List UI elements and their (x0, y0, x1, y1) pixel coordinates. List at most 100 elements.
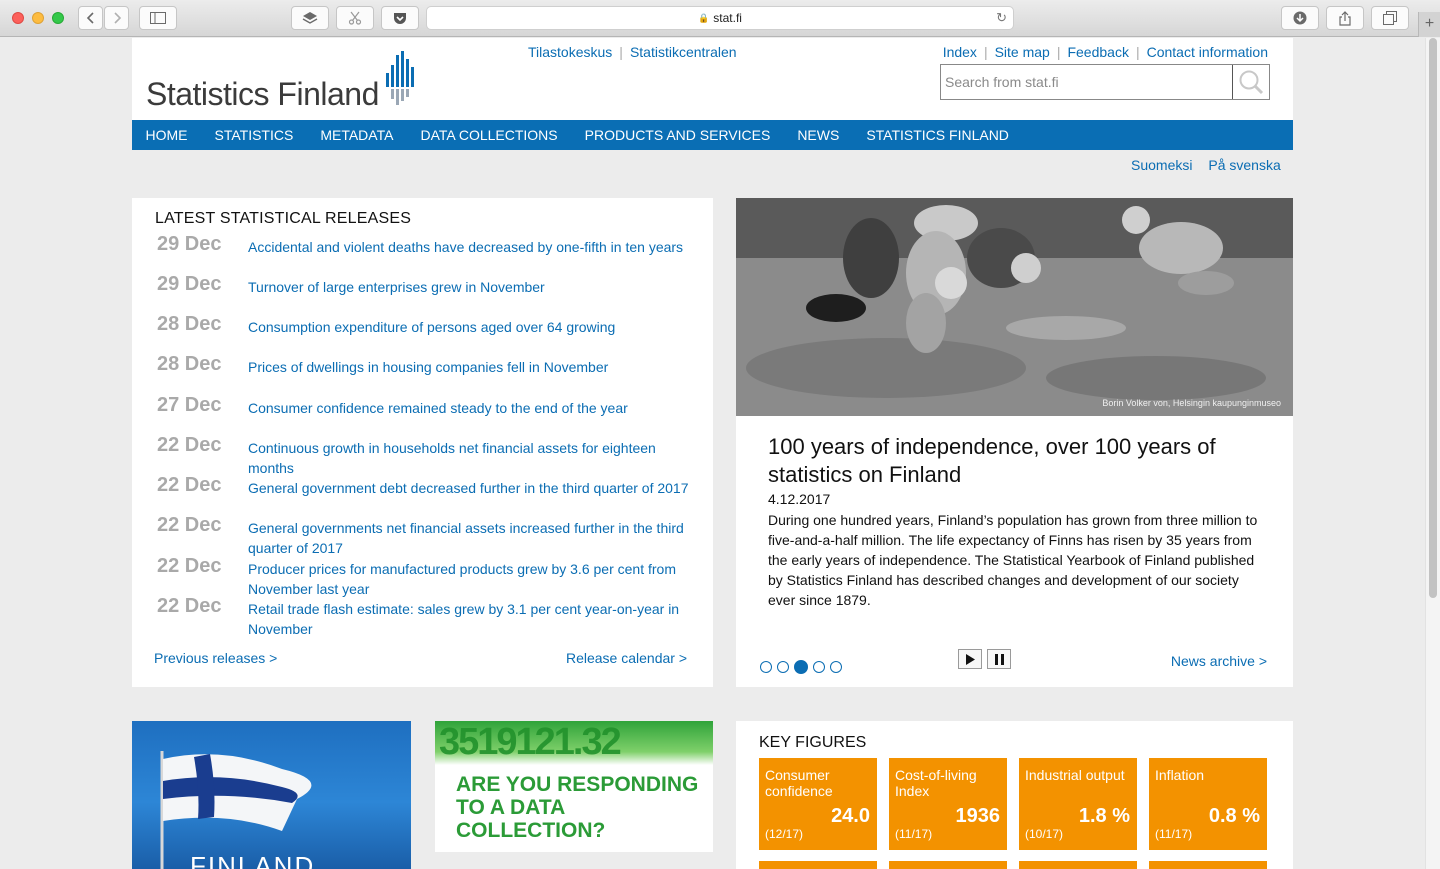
release-link[interactable]: Turnover of large enterprises grew in No… (248, 277, 698, 297)
language-site-links: Tilastokeskus | Statistikcentralen (528, 44, 737, 60)
nav-metadata[interactable]: METADATA (307, 120, 407, 150)
key-figure-tile-partial[interactable] (1149, 861, 1267, 869)
feature-date: 4.12.2017 (768, 491, 831, 507)
key-figure-period: (11/17) (1155, 827, 1193, 841)
key-figure-period: (10/17) (1025, 827, 1064, 841)
release-link[interactable]: General government debt decreased furthe… (248, 478, 698, 498)
carousel-play-button[interactable] (958, 649, 982, 669)
previous-releases-link[interactable]: Previous releases > (154, 650, 277, 666)
key-figures-panel: KEY FIGURES Consumer confidence 24.0 (12… (736, 721, 1293, 869)
link-tilastokeskus[interactable]: Tilastokeskus (528, 44, 612, 60)
release-link[interactable]: Prices of dwellings in housing companies… (248, 357, 698, 377)
sidebar-icon (150, 12, 166, 24)
link-statistikcentralen[interactable]: Statistikcentralen (630, 44, 737, 60)
finnish-flag-icon (160, 751, 312, 869)
tabs-overview-button[interactable] (1371, 6, 1409, 30)
logo-bars-icon[interactable] (385, 51, 417, 107)
new-tab-button[interactable]: + (1418, 12, 1440, 37)
release-link[interactable]: Consumption expenditure of persons aged … (248, 317, 698, 337)
downloads-button[interactable] (1281, 6, 1319, 30)
carousel-dot-2[interactable] (777, 661, 789, 673)
release-link[interactable]: Retail trade flash estimate: sales grew … (248, 599, 698, 639)
link-separator: | (1135, 44, 1140, 60)
link-index[interactable]: Index (943, 44, 977, 60)
latest-releases-panel: LATEST STATISTICAL RELEASES 29 Dec Accid… (132, 198, 713, 687)
carousel-dot-3[interactable] (794, 660, 808, 674)
release-date: 28 Dec (157, 313, 222, 335)
nav-statistics-finland[interactable]: STATISTICS FINLAND (853, 120, 1023, 150)
link-separator: | (1056, 44, 1061, 60)
window-close-button[interactable] (12, 12, 24, 24)
key-figure-tile[interactable]: Inflation 0.8 % (11/17) (1149, 758, 1267, 850)
release-date: 22 Dec (157, 595, 222, 617)
key-figure-period: (11/17) (895, 827, 933, 841)
news-archive-link[interactable]: News archive > (1171, 653, 1267, 669)
scrollbar-thumb[interactable] (1429, 38, 1437, 598)
link-suomeksi[interactable]: Suomeksi (1131, 157, 1192, 173)
forward-button[interactable] (104, 6, 129, 30)
feature-photo[interactable]: Borin Volker von, Helsingin kaupunginmus… (736, 198, 1293, 416)
key-figure-tile-partial[interactable] (889, 861, 1007, 869)
feature-body: During one hundred years, Finland’s popu… (768, 512, 1258, 608)
window-minimize-button[interactable] (32, 12, 44, 24)
nav-data-collections[interactable]: DATA COLLECTIONS (407, 120, 571, 150)
key-figure-tile[interactable]: Cost-of-living Index 1936 (11/17) (889, 758, 1007, 850)
share-button[interactable] (1326, 6, 1364, 30)
release-date: 29 Dec (157, 273, 222, 295)
carousel-dot-4[interactable] (813, 661, 825, 673)
link-feedback[interactable]: Feedback (1067, 44, 1128, 60)
release-date: 22 Dec (157, 555, 222, 577)
release-link[interactable]: General governments net financial assets… (248, 518, 698, 558)
scissors-button[interactable] (336, 6, 374, 30)
release-calendar-link[interactable]: Release calendar > (566, 650, 687, 666)
data-collection-banner[interactable]: 3519121.32 ARE YOU RESPONDING TO A DATA … (435, 721, 713, 852)
key-figure-tile[interactable]: Consumer confidence 24.0 (12/17) (759, 758, 877, 850)
key-figure-label: Cost-of-living Index (895, 767, 977, 799)
main-navigation: HOME STATISTICS METADATA DATA COLLECTION… (132, 120, 1293, 150)
chevron-left-icon (86, 12, 94, 24)
release-date: 22 Dec (157, 474, 222, 496)
release-link[interactable]: Accidental and violent deaths have decre… (248, 237, 698, 257)
site-logo[interactable]: Statistics Finland (146, 76, 379, 113)
carousel-pause-button[interactable] (987, 649, 1011, 669)
nav-news[interactable]: NEWS (784, 120, 853, 150)
key-figure-label: Consumer confidence (765, 767, 833, 799)
pocket-button[interactable] (381, 6, 419, 30)
key-figures-heading: KEY FIGURES (759, 734, 867, 751)
release-date: 29 Dec (157, 233, 222, 255)
key-figure-tile[interactable]: Industrial output 1.8 % (10/17) (1019, 758, 1137, 850)
release-link[interactable]: Continuous growth in households net fina… (248, 438, 698, 478)
feature-title[interactable]: 100 years of independence, over 100 year… (768, 433, 1268, 489)
carousel-indicators (760, 660, 842, 674)
language-switcher: Suomeksi På svenska (1131, 157, 1293, 173)
photo-credit: Borin Volker von, Helsingin kaupunginmus… (1102, 398, 1281, 408)
releases-heading: LATEST STATISTICAL RELEASES (155, 210, 412, 227)
carousel-dot-1[interactable] (760, 661, 772, 673)
scissors-icon (348, 11, 362, 25)
address-bar[interactable]: 🔒 stat.fi ↻ (426, 6, 1014, 30)
link-pa-svenska[interactable]: På svenska (1208, 157, 1280, 173)
key-figure-tile-partial[interactable] (759, 861, 877, 869)
release-link[interactable]: Consumer confidence remained steady to t… (248, 398, 698, 418)
link-contact-information[interactable]: Contact information (1147, 44, 1268, 60)
page-scrollbar[interactable] (1425, 38, 1440, 869)
nav-home[interactable]: HOME (132, 120, 201, 150)
key-figure-value: 1.8 % (1078, 805, 1130, 827)
key-figure-tile-partial[interactable] (1019, 861, 1137, 869)
sidebar-toggle-button[interactable] (139, 6, 177, 30)
release-date: 28 Dec (157, 353, 222, 375)
nav-statistics[interactable]: STATISTICS (201, 120, 307, 150)
back-button[interactable] (78, 6, 103, 30)
extension-button[interactable] (291, 6, 329, 30)
release-link[interactable]: Producer prices for manufactured product… (248, 559, 698, 599)
link-site-map[interactable]: Site map (995, 44, 1050, 60)
carousel-dot-5[interactable] (830, 661, 842, 673)
reload-icon[interactable]: ↻ (996, 10, 1007, 26)
window-zoom-button[interactable] (52, 12, 64, 24)
pause-icon (994, 653, 1004, 665)
search-button[interactable] (1233, 65, 1269, 99)
data-collection-text: ARE YOU RESPONDING TO A DATA COLLECTION? (456, 773, 699, 842)
finland-banner[interactable]: FINLAND (132, 721, 411, 869)
search-input[interactable] (941, 65, 1233, 99)
nav-products-and-services[interactable]: PRODUCTS AND SERVICES (571, 120, 784, 150)
